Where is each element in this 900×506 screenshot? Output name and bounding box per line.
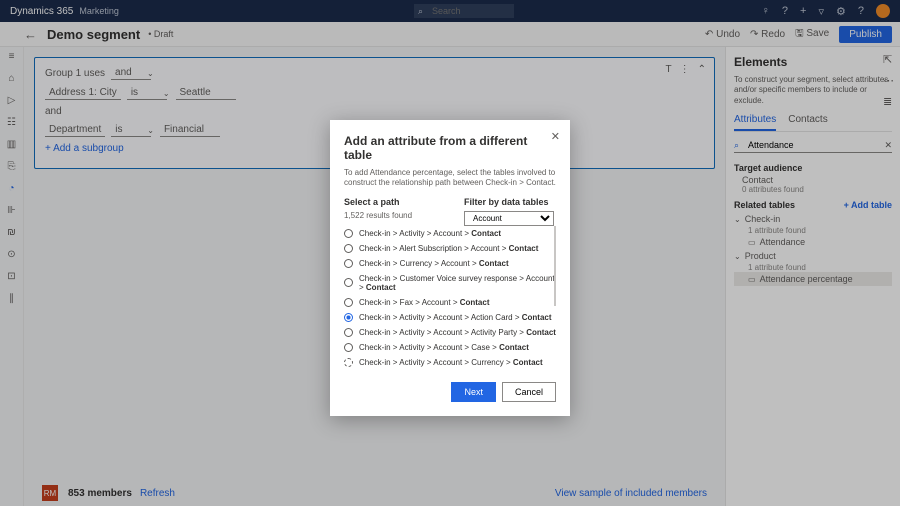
path-option[interactable]: Check-in > Customer Voice survey respons… [344,271,556,295]
modal-overlay: ✕ Add an attribute from a different tabl… [0,0,900,506]
select-path-heading: Select a path [344,197,454,207]
path-option[interactable]: Check-in > Activity > Account > Contact [344,226,556,241]
path-label: Check-in > Customer Voice survey respons… [359,274,556,292]
add-attribute-modal: ✕ Add an attribute from a different tabl… [330,120,570,416]
radio-icon [344,278,353,287]
radio-icon [344,343,353,352]
path-option[interactable]: Check-in > Alert Subscription > Account … [344,241,556,256]
path-label: Check-in > Activity > Account > Activity… [359,328,556,337]
radio-icon [344,229,353,238]
path-label: Check-in > Activity > Account > Currency… [359,358,543,367]
close-icon[interactable]: ✕ [551,130,560,143]
path-option[interactable]: Check-in > Activity > Account > Currency… [344,355,556,370]
path-option[interactable]: Check-in > Activity > Account > Action C… [344,310,556,325]
radio-icon [344,313,353,322]
modal-desc: To add Attendance percentage, select the… [344,168,556,189]
path-option[interactable]: Check-in > Fax > Account > Contact [344,295,556,310]
radio-icon [344,244,353,253]
next-button[interactable]: Next [451,382,496,402]
radio-icon [344,328,353,337]
cancel-button[interactable]: Cancel [502,382,556,402]
path-label: Check-in > Activity > Account > Case > C… [359,343,529,352]
path-label: Check-in > Activity > Account > Action C… [359,313,552,322]
radio-icon [344,259,353,268]
path-label: Check-in > Alert Subscription > Account … [359,244,538,253]
path-label: Check-in > Activity > Account > Contact [359,229,501,238]
filter-table-select[interactable]: Account [464,211,554,226]
modal-title: Add an attribute from a different table [344,134,556,162]
path-label: Check-in > Fax > Account > Contact [359,298,490,307]
filter-heading: Filter by data tables [464,197,549,207]
path-option[interactable]: Check-in > Activity > Account > Case > C… [344,340,556,355]
results-found: 1,522 results found [344,211,454,220]
path-label: Check-in > Currency > Account > Contact [359,259,509,268]
path-option[interactable]: Check-in > Currency > Account > Contact [344,256,556,271]
path-option[interactable]: Check-in > Activity > Account > Activity… [344,325,556,340]
path-list: Check-in > Activity > Account > Contact C… [344,226,556,370]
radio-icon [344,298,353,307]
radio-icon [344,358,353,367]
